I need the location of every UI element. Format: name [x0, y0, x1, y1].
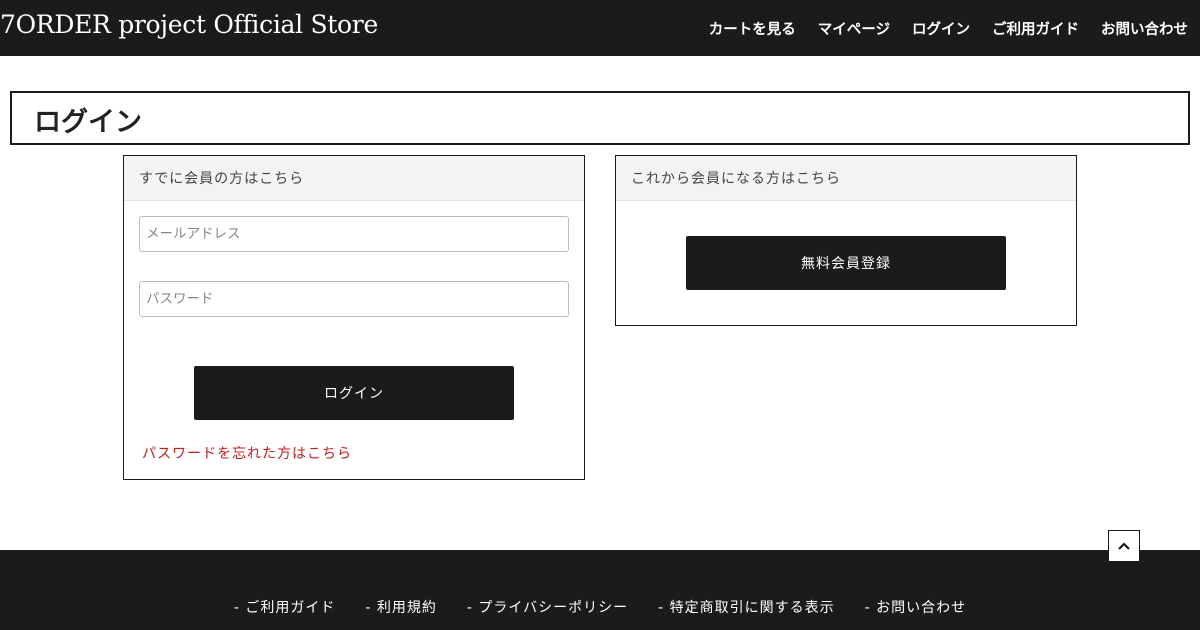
login-panel-heading: すでに会員の方はこちら	[124, 156, 584, 201]
nav-mypage[interactable]: マイページ	[818, 18, 890, 39]
register-panel-heading: これから会員になる方はこちら	[616, 156, 1076, 201]
back-to-top-button[interactable]	[1108, 530, 1140, 562]
nav-login[interactable]: ログイン	[912, 18, 970, 39]
login-panel: すでに会員の方はこちら ログイン パスワードを忘れた方はこちら	[123, 155, 585, 480]
footer-link-contact[interactable]: - お問い合わせ	[865, 597, 967, 617]
footer-link-privacy[interactable]: - プライバシーポリシー	[467, 597, 628, 617]
nav-cart[interactable]: カートを見る	[709, 18, 796, 39]
footer-link-terms[interactable]: - 利用規約	[365, 597, 437, 617]
password-input[interactable]	[139, 281, 569, 317]
footer-link-commerce-law[interactable]: - 特定商取引に関する表示	[658, 597, 835, 617]
main-nav: カートを見る マイページ ログイン ご利用ガイド お問い合わせ	[687, 0, 1188, 56]
register-button[interactable]: 無料会員登録	[686, 236, 1006, 290]
page-title-box: ログイン	[10, 91, 1190, 145]
page-title: ログイン	[34, 107, 142, 138]
chevron-up-icon	[1118, 542, 1130, 550]
register-panel: これから会員になる方はこちら 無料会員登録	[615, 155, 1077, 326]
site-header: 7ORDER project Official Store カートを見る マイペ…	[0, 0, 1200, 56]
site-title[interactable]: 7ORDER project Official Store	[0, 10, 378, 39]
nav-guide[interactable]: ご利用ガイド	[992, 18, 1079, 39]
forgot-password-link[interactable]: パスワードを忘れた方はこちら	[142, 443, 352, 463]
site-footer: - ご利用ガイド - 利用規約 - プライバシーポリシー - 特定商取引に関する…	[0, 550, 1200, 630]
footer-links: - ご利用ガイド - 利用規約 - プライバシーポリシー - 特定商取引に関する…	[0, 597, 1200, 617]
login-button[interactable]: ログイン	[194, 366, 514, 420]
nav-contact[interactable]: お問い合わせ	[1101, 18, 1188, 39]
email-input[interactable]	[139, 216, 569, 252]
footer-link-guide[interactable]: - ご利用ガイド	[234, 597, 336, 617]
